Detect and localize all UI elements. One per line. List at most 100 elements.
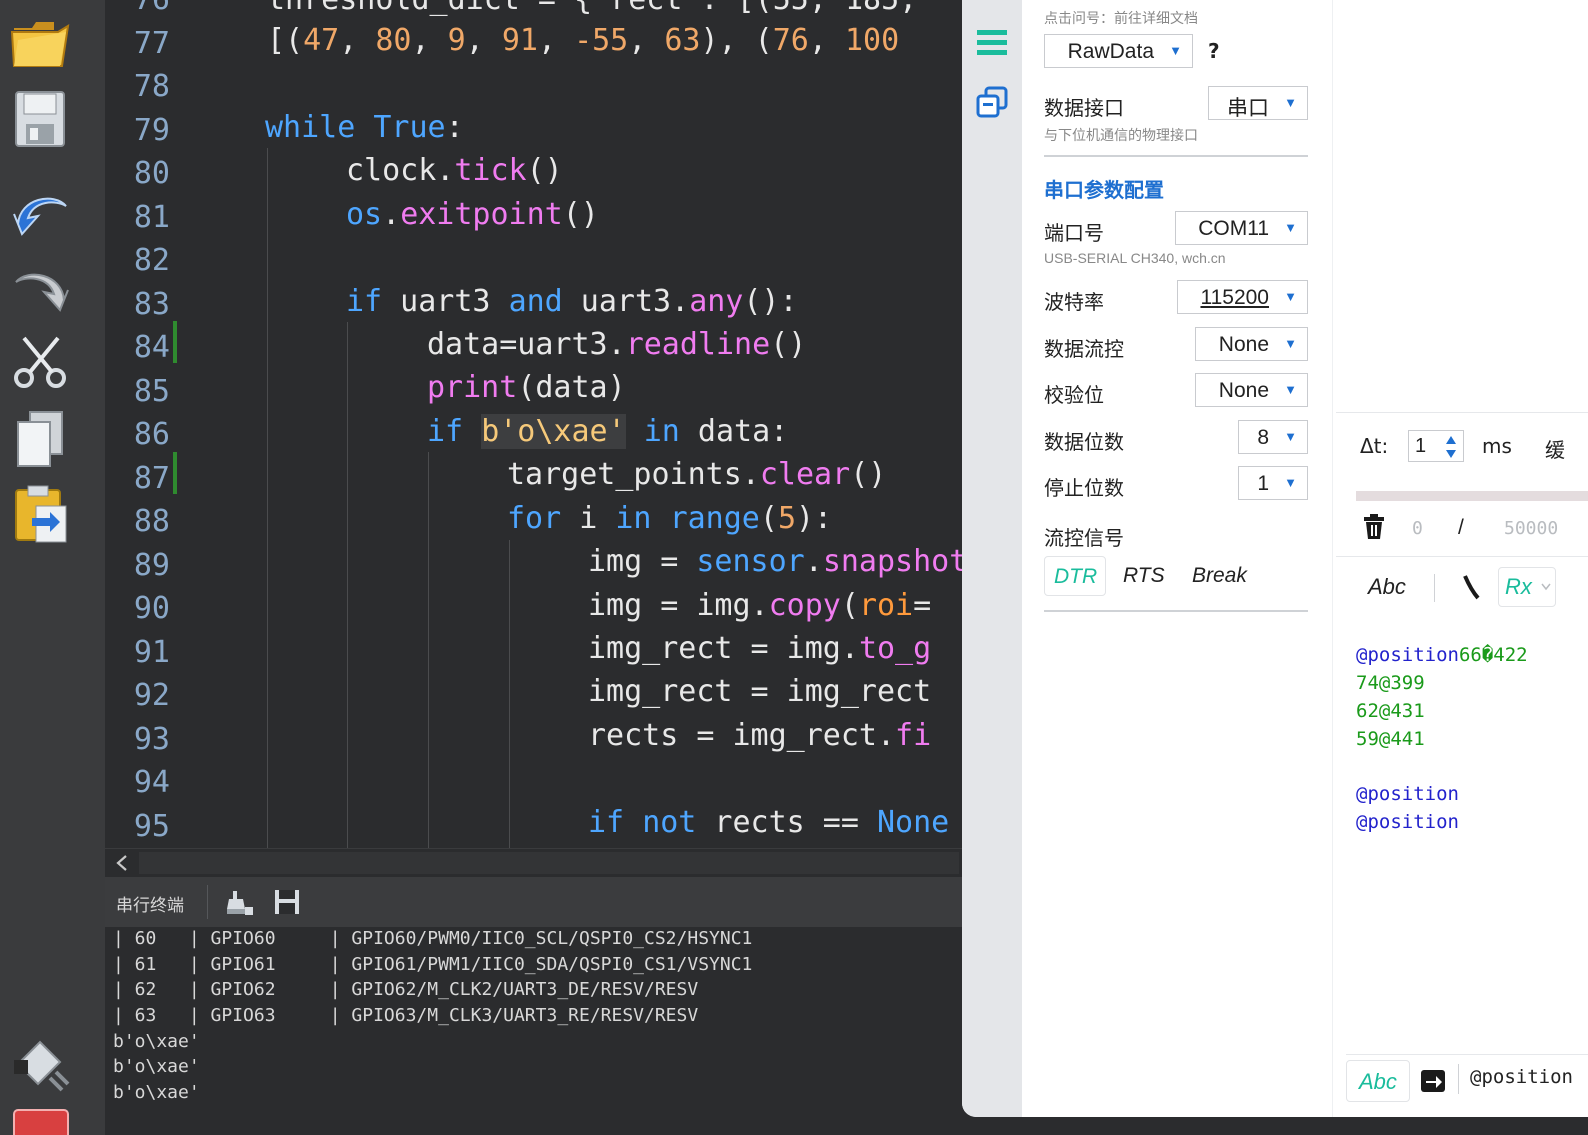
- line-number: 83: [133, 286, 170, 322]
- code-line-80: clock.tick(): [346, 153, 563, 188]
- line-number: 78: [133, 69, 170, 104]
- code-line-91: img_rect = img.to_g: [588, 631, 932, 666]
- line-number: 89: [133, 547, 170, 583]
- send-icon[interactable]: [1420, 1068, 1446, 1098]
- send-mode-toggle[interactable]: Abc: [1346, 1060, 1410, 1102]
- break-button[interactable]: Break: [1192, 564, 1247, 588]
- delta-t-value: 1: [1415, 435, 1427, 457]
- rx-label: Rx: [1505, 574, 1532, 599]
- spin-icon[interactable]: [1445, 434, 1457, 460]
- stopbits-select[interactable]: 1 ▼: [1238, 466, 1308, 500]
- indent-guide: [428, 452, 429, 848]
- line-number: 82: [133, 243, 170, 278]
- paste-icon[interactable]: [10, 484, 72, 546]
- divider: [1458, 1064, 1459, 1094]
- line-number: 85: [133, 373, 170, 409]
- scrollbar-track[interactable]: [139, 852, 959, 874]
- scroll-left-icon[interactable]: [115, 854, 129, 872]
- horizontal-scrollbar[interactable]: [105, 848, 962, 877]
- line-number: 79: [133, 112, 170, 148]
- code-line-81: os.exitpoint(): [346, 197, 599, 232]
- line-number: 91: [133, 634, 170, 670]
- divider: [1044, 155, 1308, 157]
- divider: [1336, 412, 1588, 413]
- count-slash: /: [1458, 516, 1464, 539]
- parity-select[interactable]: None ▼: [1195, 373, 1308, 407]
- chevron-down-icon: ▼: [1284, 475, 1297, 490]
- code-line-84: data=uart3.readline(): [427, 327, 807, 362]
- rx-filter-select[interactable]: Rx: [1498, 567, 1556, 607]
- chevron-down-icon: ▼: [1284, 95, 1297, 110]
- databits-label: 数据位数: [1044, 430, 1124, 454]
- rx-line: @position66�422: [1356, 641, 1528, 669]
- terminal-header: 串行终端: [105, 877, 962, 927]
- connect-icon[interactable]: [10, 1034, 72, 1096]
- modified-line-marker: [173, 321, 177, 363]
- baud-select[interactable]: 115200 ▼: [1177, 280, 1308, 314]
- send-abc-label: Abc: [1359, 1069, 1397, 1094]
- help-icon[interactable]: ?: [1208, 39, 1220, 63]
- terminal-line: b'o\xae': [113, 1031, 200, 1052]
- chevron-down-icon: ▼: [1284, 220, 1297, 235]
- modified-line-marker: [173, 452, 177, 494]
- side-nav: [962, 0, 1022, 1117]
- redo-icon[interactable]: [10, 256, 72, 318]
- chevron-down-icon: ▼: [1284, 382, 1297, 397]
- delta-t-label: Δt:: [1360, 434, 1389, 458]
- databits-select[interactable]: 8 ▼: [1238, 420, 1308, 454]
- interface-select[interactable]: 串口 ▼: [1208, 86, 1308, 120]
- databits-value: 8: [1257, 426, 1269, 449]
- terminal-line: | 62 | GPIO62 | GPIO62/M_CLK2/UART3_DE/R…: [113, 979, 699, 1000]
- baud-value: 115200: [1200, 286, 1269, 309]
- code-editor[interactable]: 76 77 78 79 80 81 82 83 84 85 86 87 88 89 90 91 92 93 94 95…: [105, 0, 962, 848]
- stop-icon[interactable]: [10, 1108, 72, 1135]
- rx-line: 62@431: [1356, 700, 1425, 722]
- dtr-label: DTR: [1054, 565, 1098, 588]
- flow-label: 数据流控: [1044, 337, 1124, 361]
- divider: [1434, 574, 1435, 602]
- code-line-95: if not rects == None: [588, 805, 950, 840]
- doc-hint[interactable]: 点击问号：前往详细文档: [1044, 8, 1198, 28]
- mode-select[interactable]: RawData ▼: [1044, 34, 1193, 68]
- line-number: 95: [133, 808, 170, 844]
- column-divider: [1332, 0, 1333, 1117]
- pin-icon[interactable]: [1460, 572, 1482, 606]
- delta-t-input[interactable]: 1: [1408, 430, 1464, 462]
- code-line-77: [(47, 80, 9, 91, -55, 63), (76, 100: [267, 23, 900, 58]
- trash-icon[interactable]: [1362, 514, 1386, 544]
- save-icon[interactable]: [10, 88, 72, 150]
- save-terminal-icon[interactable]: [273, 887, 301, 921]
- open-folder-icon[interactable]: [10, 10, 72, 72]
- cut-icon[interactable]: [10, 332, 72, 394]
- undo-icon[interactable]: [10, 180, 72, 242]
- text-mode-toggle[interactable]: Abc: [1368, 574, 1406, 600]
- indent-guide: [267, 148, 268, 848]
- line-number: 88: [133, 504, 170, 539]
- menu-icon[interactable]: [976, 28, 1008, 62]
- chevron-down-icon: [1541, 583, 1551, 591]
- line-number: 84: [133, 330, 170, 365]
- dtr-toggle[interactable]: DTR: [1044, 556, 1106, 596]
- signals-label: 流控信号: [1044, 526, 1124, 550]
- clear-terminal-icon[interactable]: [223, 887, 255, 921]
- baud-label: 波特率: [1044, 290, 1104, 314]
- windows-icon[interactable]: [976, 86, 1008, 124]
- terminal-output[interactable]: | 60 | GPIO60 | GPIO60/PWM0/IIC0_SCL/QSP…: [105, 927, 962, 1135]
- delta-t-unit: ms: [1482, 434, 1512, 458]
- chevron-down-icon: ▼: [1284, 336, 1297, 351]
- terminal-line: | 63 | GPIO63 | GPIO63/M_CLK3/UART3_RE/R…: [113, 1005, 699, 1026]
- code-line-89: img = sensor.snapshot(): [588, 544, 962, 579]
- line-number: 76: [105, 0, 170, 21]
- copy-icon[interactable]: [10, 408, 72, 470]
- divider: [1346, 1054, 1588, 1055]
- line-number: 90: [133, 591, 170, 626]
- terminal-line: | 61 | GPIO61 | GPIO61/PWM1/IIC0_SDA/QSP…: [113, 954, 753, 975]
- port-select[interactable]: COM11 ▼: [1175, 211, 1308, 245]
- flow-select[interactable]: None ▼: [1195, 327, 1308, 361]
- code-line-83: if uart3 and uart3.any():: [346, 284, 798, 319]
- send-input[interactable]: @position: [1470, 1066, 1573, 1088]
- rts-toggle[interactable]: RTS: [1123, 564, 1165, 588]
- chevron-down-icon: ▼: [1284, 289, 1297, 304]
- line-number: 87: [133, 460, 170, 496]
- parity-label: 校验位: [1044, 383, 1104, 407]
